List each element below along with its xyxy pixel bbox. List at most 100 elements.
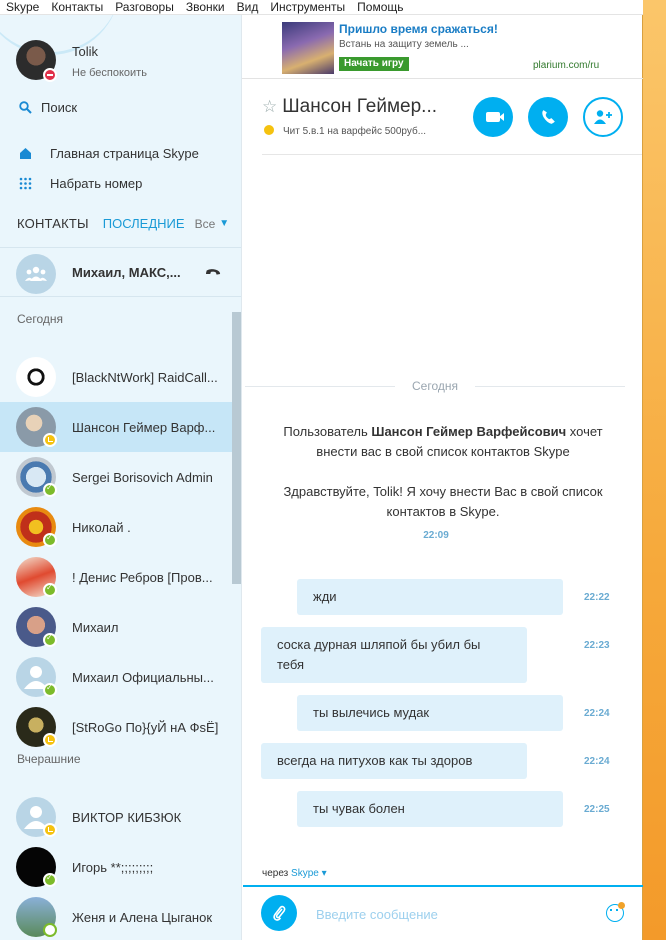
ad-url: plarium.com/ru	[533, 60, 600, 71]
chevron-down-icon[interactable]: ▼	[219, 218, 229, 229]
day-separator: Сегодня	[245, 379, 625, 393]
message-bubble[interactable]: ты чувак болен	[297, 791, 563, 827]
contact-name: Женя и Алена Цыганок	[72, 910, 213, 925]
contact-row[interactable]: Игорь **;;;;;;;;;	[0, 842, 232, 892]
message-bubble[interactable]: жди	[297, 579, 563, 615]
message-input[interactable]	[316, 905, 586, 923]
search-button[interactable]: Поиск	[18, 100, 77, 115]
online-status-icon	[43, 583, 57, 597]
contact-name: Шансон Геймер Варф...	[72, 420, 216, 435]
home-link[interactable]: Главная страница Skype	[18, 146, 199, 161]
dial-label: Набрать номер	[50, 176, 143, 191]
menu-help[interactable]: Помощь	[350, 0, 408, 14]
group-name: Михаил, МАКС,...	[72, 265, 181, 280]
online-status-icon	[43, 633, 57, 647]
composer-divider	[243, 885, 643, 887]
contact-name: [StRoGo По}{уЙ нА ФsЁ]	[72, 720, 219, 735]
away-status-icon	[43, 823, 57, 837]
chat-mood-text: Чит 5.в.1 на варфейс 500руб...	[283, 126, 427, 137]
contact-row[interactable]: Женя и Алена Цыганок	[0, 892, 232, 940]
online-status-icon	[43, 683, 57, 697]
message-text: ты чувак болен	[313, 801, 405, 816]
ad-image	[282, 22, 334, 74]
section-yesterday: Вчерашние	[17, 752, 81, 766]
dialpad-icon	[18, 177, 32, 191]
chevron-down-icon: ▾	[318, 868, 327, 879]
message-text: жди	[313, 589, 337, 604]
profile-card[interactable]: Tolik Не беспокоить	[16, 40, 241, 84]
contact-row[interactable]: Николай .	[0, 502, 232, 552]
greeting-text: Здравствуйте, Tolik! Я хочу внести Вас в…	[283, 484, 603, 499]
via-app: Skype	[291, 868, 319, 879]
via-label: через	[262, 868, 292, 879]
message-text: всегда на питухов как ты здоров	[277, 753, 473, 768]
contact-row[interactable]: Шансон Геймер Варф...	[0, 402, 232, 452]
contact-row[interactable]: [StRoGo По}{уЙ нА ФsЁ]	[0, 702, 232, 752]
attach-button[interactable]	[261, 895, 297, 931]
menu-conversations[interactable]: Разговоры	[108, 0, 179, 14]
ad-title: Пришло время сражаться!	[339, 22, 498, 36]
contact-row[interactable]: ВИКТОР КИБЗЮК	[0, 792, 232, 842]
contact-row[interactable]: [BlackNtWork] RaidCall...	[0, 352, 232, 402]
message-timestamp: 22:09	[423, 530, 449, 541]
send-via-selector[interactable]: через Skype ▾	[262, 868, 327, 879]
contact-name: Sergei Borisovich Admin	[72, 470, 213, 485]
menu-view[interactable]: Вид	[230, 0, 264, 14]
group-call-row[interactable]: Михаил, МАКС,...	[0, 247, 241, 297]
voice-call-button[interactable]	[528, 97, 568, 137]
contact-row[interactable]: Михаил	[0, 602, 232, 652]
message-timestamp: 22:24	[584, 708, 610, 719]
menu-calls[interactable]: Звонки	[179, 0, 230, 14]
favorite-star-icon[interactable]: ☆	[262, 97, 277, 116]
contact-row[interactable]: Михаил Официальны...	[0, 652, 232, 702]
message-timestamp: 22:24	[584, 756, 610, 767]
profile-name: Tolik	[72, 44, 99, 59]
search-icon	[18, 100, 32, 115]
add-person-icon	[594, 110, 612, 124]
chat-mood: Чит 5.в.1 на варфейс 500руб...	[264, 125, 426, 137]
filter-dropdown[interactable]: Все	[195, 217, 216, 231]
away-clock-icon	[264, 125, 274, 135]
contact-name: Николай .	[72, 520, 131, 535]
home-icon	[18, 147, 32, 161]
tab-contacts[interactable]: КОНТАКТЫ	[17, 216, 89, 231]
desktop-background	[643, 0, 666, 940]
contact-name: ВИКТОР КИБЗЮК	[72, 810, 182, 825]
add-contact-button[interactable]	[583, 97, 623, 137]
menu-skype[interactable]: Skype	[0, 0, 44, 14]
home-label: Главная страница Skype	[50, 146, 199, 161]
video-call-button[interactable]	[473, 97, 513, 137]
contact-name: Михаил	[72, 620, 119, 635]
tab-recent[interactable]: ПОСЛЕДНИЕ	[103, 216, 185, 231]
contact-row[interactable]: Sergei Borisovich Admin	[0, 452, 232, 502]
message-text: ты вылечись мудак	[313, 705, 430, 720]
menu-contacts[interactable]: Контакты	[44, 0, 108, 14]
avatar	[16, 357, 56, 397]
message-bubble[interactable]: ты вылечись мудак	[297, 695, 563, 731]
divider	[262, 154, 642, 155]
skype-window: Skype Контакты Разговоры Звонки Вид Инст…	[0, 0, 643, 940]
dial-link[interactable]: Набрать номер	[18, 176, 142, 191]
contact-request-message: Пользователь Шансон Геймер Варфейсович х…	[262, 422, 624, 462]
system-text: внести вас в свой список контактов Skype	[316, 444, 570, 459]
contact-tabs: КОНТАКТЫ ПОСЛЕДНИЕ Все ▼	[17, 216, 241, 231]
ad-start-button[interactable]: Начать игру	[339, 57, 409, 71]
emoji-icon[interactable]	[606, 902, 625, 922]
paperclip-icon	[273, 905, 286, 921]
message-bubble[interactable]: соска дурная шляпой бы убил бы тебя	[261, 627, 527, 683]
contact-name: ! Денис Ребров [Пров...	[72, 570, 213, 585]
message-bubble[interactable]: всегда на питухов как ты здоров	[261, 743, 527, 779]
online-status-icon	[43, 873, 57, 887]
sidebar-scrollbar[interactable]	[232, 312, 241, 584]
profile-status: Не беспокоить	[72, 67, 147, 79]
contact-row[interactable]: ! Денис Ребров [Пров...	[0, 552, 232, 602]
contact-name: [BlackNtWork] RaidCall...	[72, 370, 218, 385]
chat-title-text: Шансон Геймер...	[282, 96, 438, 117]
hangup-icon[interactable]	[201, 261, 223, 283]
menu-tools[interactable]: Инструменты	[263, 0, 350, 14]
system-text: Пользователь	[283, 424, 372, 439]
greeting-text: контактов в Skype.	[386, 504, 500, 519]
ad-banner[interactable]: Пришло время сражаться! Встань на защиту…	[282, 22, 622, 74]
video-camera-icon	[486, 112, 504, 122]
ad-subtitle: Встань на защиту земель ...	[339, 39, 469, 50]
